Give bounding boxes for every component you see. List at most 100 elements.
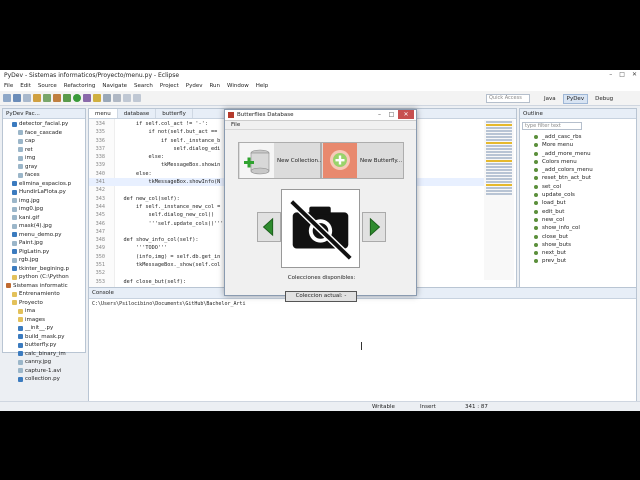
menu-edit[interactable]: Edit <box>20 83 31 89</box>
outline-item[interactable]: _add_more_menu <box>520 150 636 158</box>
tree-item[interactable]: Proyecto <box>3 299 85 308</box>
menu-search[interactable]: Search <box>134 83 153 89</box>
tree-item[interactable]: rgb.jpg <box>3 256 85 265</box>
outline-item[interactable]: set_col <box>520 183 636 191</box>
open-type-icon[interactable] <box>93 94 101 102</box>
new-file-icon[interactable] <box>3 94 11 102</box>
tree-item[interactable]: HundirLaFlota.py <box>3 188 85 197</box>
menu-project[interactable]: Project <box>160 83 179 89</box>
tree-item[interactable]: Sistemas informatic <box>3 282 85 291</box>
outline-filter-input[interactable]: type filter text <box>522 122 582 130</box>
tree-item[interactable]: img.jpg <box>3 197 85 206</box>
print-icon[interactable] <box>23 94 31 102</box>
tree-item[interactable]: ima <box>3 307 85 316</box>
package-icon[interactable] <box>43 94 51 102</box>
minimize-button[interactable]: – <box>609 71 612 78</box>
tree-item[interactable]: face_cascade <box>3 129 85 138</box>
outline-item[interactable]: Colors menu <box>520 158 636 166</box>
back-icon[interactable] <box>123 94 131 102</box>
outline-title[interactable]: Outline <box>520 109 636 119</box>
outline-item[interactable]: update_cols <box>520 191 636 199</box>
tree-item[interactable]: images <box>3 316 85 325</box>
forward-icon[interactable] <box>133 94 141 102</box>
new-butterfly-button[interactable]: New Butterfly... <box>321 142 404 179</box>
tree-item[interactable]: capture-1.avi <box>3 367 85 376</box>
tab-database[interactable]: database <box>118 109 157 118</box>
console-output: C:\Users\Psilocibino\Documents\GitHub\Ba… <box>92 301 246 307</box>
tree-item[interactable]: PigLatin.py <box>3 248 85 257</box>
tree-item[interactable]: python (C:\Python <box>3 273 85 282</box>
debug-icon[interactable] <box>63 94 71 102</box>
new-collection-label: New Collection... <box>277 157 324 164</box>
tree-item[interactable]: collection.py <box>3 375 85 384</box>
current-collection-button[interactable]: Coleccion actual: - <box>285 291 357 302</box>
save-icon[interactable] <box>13 94 21 102</box>
tree-item[interactable]: butterfly.py <box>3 341 85 350</box>
tree-item[interactable]: calc_binary_im <box>3 350 85 359</box>
outline-item[interactable]: show_info_col <box>520 224 636 232</box>
outline-list: _add_casc_rbs More menu _add_more_menu Colo… <box>520 133 636 266</box>
tree-item[interactable]: Paint.jpg <box>3 239 85 248</box>
menu-file[interactable]: File <box>4 83 13 89</box>
perspective-java[interactable]: Java <box>540 94 560 104</box>
tree-item[interactable]: img <box>3 154 85 163</box>
menu-run[interactable]: Run <box>209 83 220 89</box>
tab-butterfly[interactable]: butterfly <box>156 109 193 118</box>
tree-item[interactable]: Entrenamiento <box>3 290 85 299</box>
quick-access-input[interactable]: Quick Access <box>486 94 530 103</box>
perspective-pydev[interactable]: PyDev <box>562 94 589 104</box>
tree-item[interactable]: faces <box>3 171 85 180</box>
outline-item[interactable]: More menu <box>520 141 636 149</box>
dialog-maximize-button[interactable]: □ <box>386 110 397 119</box>
overview-ruler[interactable] <box>484 120 514 280</box>
outline-item[interactable]: close_but <box>520 233 636 241</box>
folder-icon[interactable] <box>33 94 41 102</box>
tab-menu[interactable]: menu <box>89 109 118 118</box>
run-icon[interactable] <box>73 94 81 102</box>
dialog-menu-file[interactable]: File <box>225 121 416 130</box>
tree-item[interactable]: elimina_espacios.p <box>3 180 85 189</box>
tree-item[interactable]: ret <box>3 146 85 155</box>
package-explorer-title[interactable]: PyDev Pac... <box>3 109 85 119</box>
tree-item[interactable]: mask(4).jpg <box>3 222 85 231</box>
outline-item[interactable]: prev_but <box>520 257 636 265</box>
outline-item[interactable]: reset_btn_act_but <box>520 174 636 182</box>
maximize-button[interactable]: □ <box>619 71 625 78</box>
tree-item[interactable]: __init__.py <box>3 324 85 333</box>
outline-item[interactable]: show_buts <box>520 241 636 249</box>
tree-item[interactable]: detector_facial.py <box>3 120 85 129</box>
tree-item[interactable]: gray <box>3 163 85 172</box>
menu-navigate[interactable]: Navigate <box>102 83 127 89</box>
outline-item[interactable]: new_col <box>520 216 636 224</box>
tree-item[interactable]: img0.jpg <box>3 205 85 214</box>
tree-item[interactable]: kani.gif <box>3 214 85 223</box>
next-button[interactable] <box>362 212 386 242</box>
menu-pydev[interactable]: Pydev <box>186 83 203 89</box>
close-button[interactable]: ✕ <box>632 71 637 78</box>
file-icon <box>18 138 23 144</box>
menu-window[interactable]: Window <box>227 83 249 89</box>
menu-refactoring[interactable]: Refactoring <box>64 83 96 89</box>
previous-button[interactable] <box>257 212 281 242</box>
outline-item[interactable]: next_but <box>520 249 636 257</box>
tree-item[interactable]: canny.jpg <box>3 358 85 367</box>
tree-item[interactable]: menu_demo.py <box>3 231 85 240</box>
tree-item[interactable]: cap <box>3 137 85 146</box>
tree-item[interactable]: build_mask.py <box>3 333 85 342</box>
dialog-close-button[interactable]: ✕ <box>398 110 414 119</box>
external-tools-icon[interactable] <box>83 94 91 102</box>
menu-help[interactable]: Help <box>256 83 269 89</box>
tree-item-label: detector_facial.py <box>19 121 69 127</box>
dialog-minimize-button[interactable]: – <box>374 110 385 119</box>
outline-item[interactable]: _add_colors_menu <box>520 166 636 174</box>
tree-item[interactable]: tkinter_begining.p <box>3 265 85 274</box>
build-icon[interactable] <box>53 94 61 102</box>
annotation-icon[interactable] <box>113 94 121 102</box>
outline-item[interactable]: load_but <box>520 199 636 207</box>
outline-item[interactable]: _add_casc_rbs <box>520 133 636 141</box>
new-collection-button[interactable]: New Collection... <box>238 142 324 179</box>
perspective-debug[interactable]: Debug <box>591 94 617 104</box>
search-icon[interactable] <box>103 94 111 102</box>
outline-item[interactable]: edit_but <box>520 208 636 216</box>
menu-source[interactable]: Source <box>38 83 57 89</box>
